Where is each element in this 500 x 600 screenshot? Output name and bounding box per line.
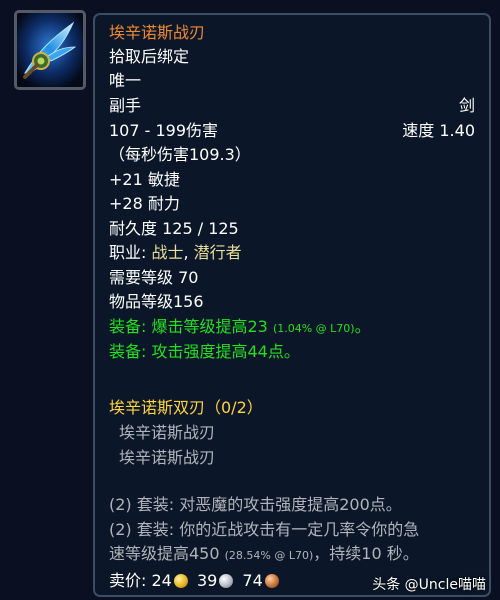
- item-level: 物品等级156: [109, 292, 204, 311]
- slot-row: 副手 剑: [109, 94, 475, 118]
- equip-crit: 装备: 爆击等级提高23 (1.04% @ L70)。: [109, 315, 475, 339]
- set-piece[interactable]: 埃辛诺斯战刃: [109, 421, 475, 445]
- class-warrior: 战士: [151, 243, 184, 262]
- bind-type: 拾取后绑定: [109, 47, 190, 66]
- watermark: 头条 @Uncle喵喵: [372, 577, 486, 593]
- set-piece[interactable]: 埃辛诺斯战刃: [109, 446, 475, 470]
- equip-attack-power: 装备: 攻击强度提高44点。: [109, 340, 475, 364]
- item-type: 剑: [458, 96, 475, 115]
- equip-crit-detail: (1.04% @ L70): [272, 322, 355, 335]
- set-bonus-2-end: ，持续10 秒。: [313, 544, 419, 563]
- set-bonus-1: (2) 套装: 对恶魔的攻击强度提高200点。: [109, 495, 402, 514]
- class-separator: ,: [183, 243, 194, 262]
- required-level: 需要等级 70: [109, 268, 199, 287]
- equip-ap-text: 攻击强度提高44点。: [151, 342, 300, 361]
- set-bonus-2-line2: 速等级提高450 (28.54% @ L70)，持续10 秒。: [109, 542, 475, 566]
- set-bonus-2-text: 速等级提高450: [109, 544, 220, 563]
- silver-coin-icon: [219, 574, 234, 588]
- dps-text: （每秒伤害109.3）: [109, 145, 251, 164]
- item-name[interactable]: 埃辛诺斯战刃: [109, 21, 475, 45]
- damage-range: 107 - 199伤害: [109, 121, 219, 140]
- class-requirement: 职业: 战士, 潜行者: [109, 241, 475, 265]
- item-icon[interactable]: [14, 10, 86, 90]
- equip-crit-text: 爆击等级提高23: [151, 317, 268, 336]
- gold-coin-icon: [173, 574, 188, 588]
- gold-amount: 24: [151, 571, 172, 590]
- class-rogue: 潜行者: [193, 243, 242, 262]
- equip-crit-end: 。: [354, 317, 371, 336]
- set-bonus-2-line1: (2) 套装: 你的近战攻击有一定几率令你的急: [109, 520, 420, 539]
- unique-tag: 唯一: [109, 71, 142, 90]
- durability: 耐久度 125 / 125: [109, 219, 239, 238]
- equip-label: 装备:: [109, 317, 152, 336]
- damage-row: 107 - 199伤害 速度 1.40: [109, 119, 475, 143]
- item-slot: 副手: [109, 96, 142, 115]
- silver-amount: 39: [196, 571, 218, 590]
- warglaive-of-azzinoth-icon: [17, 13, 83, 87]
- copper-amount: 74: [242, 571, 263, 590]
- sell-label: 卖价:: [109, 571, 152, 590]
- set-title[interactable]: 埃辛诺斯双刃（0/2）: [109, 396, 475, 420]
- stat-stamina: +28 耐力: [109, 194, 180, 213]
- attack-speed: 速度 1.40: [402, 121, 475, 140]
- copper-coin-icon: [264, 574, 279, 588]
- equip-label: 装备:: [109, 342, 152, 361]
- set-bonus-2-detail: (28.54% @ L70): [224, 549, 314, 562]
- item-tooltip: 埃辛诺斯战刃 拾取后绑定 唯一 副手 剑 107 - 199伤害 速度 1.40…: [93, 13, 491, 597]
- stat-agility: +21 敏捷: [109, 170, 180, 189]
- class-label: 职业:: [109, 243, 152, 262]
